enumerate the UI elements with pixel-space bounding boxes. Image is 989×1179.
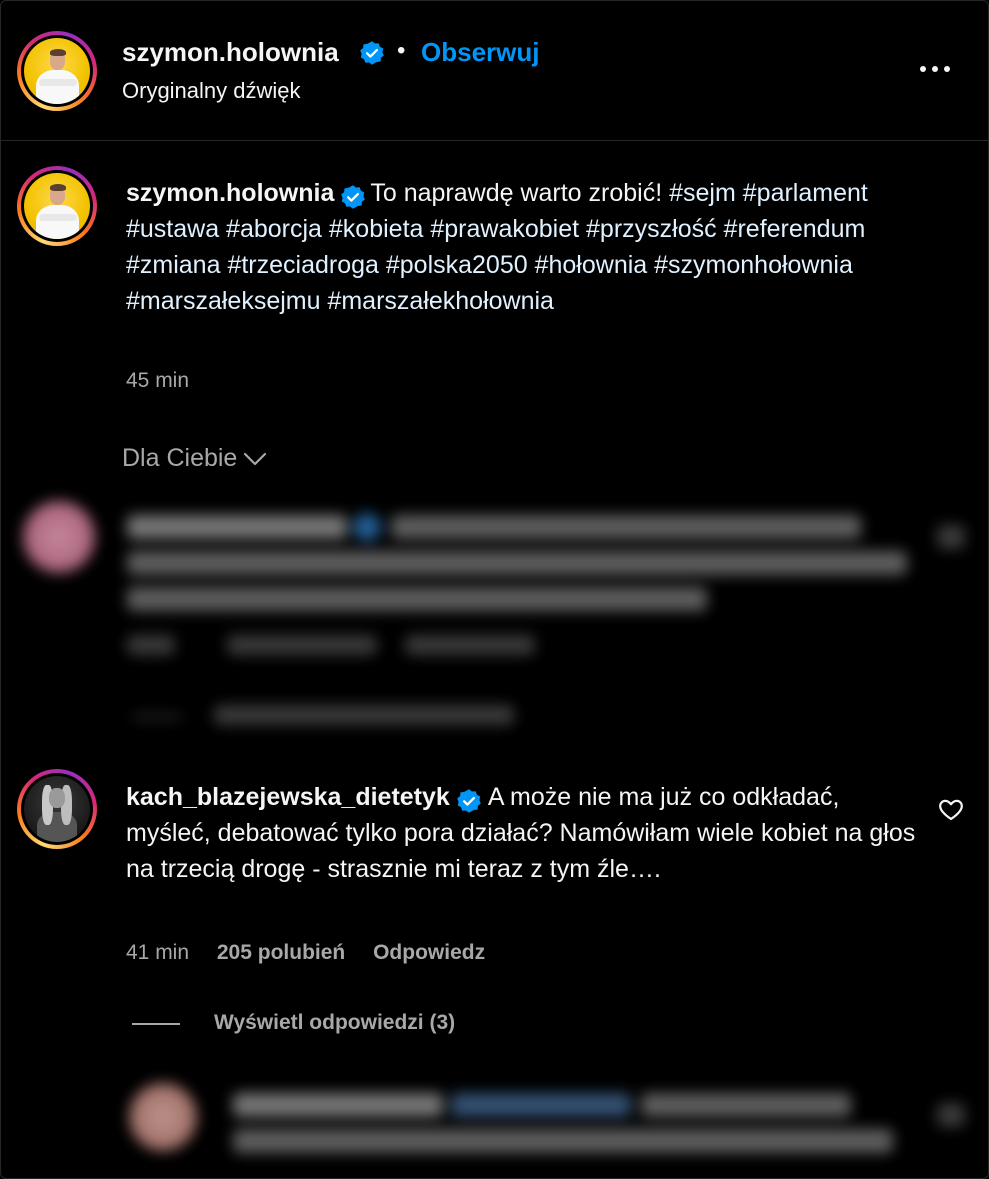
more-icon[interactable]: [915, 55, 955, 85]
comment-sort-dropdown[interactable]: Dla Ciebie: [122, 444, 267, 473]
comment-body: kach_blazejewska_dietetyk A może nie ma …: [126, 779, 916, 887]
verified-icon: [456, 789, 481, 813]
caption-username[interactable]: szymon.holownia: [126, 179, 334, 207]
commenter-avatar[interactable]: [17, 769, 97, 849]
blurred-comment: [1, 1071, 988, 1171]
separator-dot: •: [397, 37, 406, 64]
chevron-down-icon: [244, 453, 267, 466]
comment-likes[interactable]: 205 polubień: [217, 941, 345, 964]
caption-time: 45 min: [126, 369, 190, 392]
verified-icon: [360, 41, 384, 65]
audio-label[interactable]: Oryginalny dźwięk: [122, 78, 301, 104]
comment-time: 41 min: [126, 941, 190, 964]
follow-button[interactable]: Obserwuj: [421, 37, 539, 68]
comment-meta: 41 min 205 polubień Odpowiedz: [126, 941, 507, 965]
heart-icon[interactable]: [937, 795, 965, 823]
caption-avatar[interactable]: [17, 166, 97, 246]
view-replies-button[interactable]: Wyświetl odpowiedzi (3): [214, 1011, 455, 1035]
blurred-comment: [1, 481, 988, 741]
verified-icon: [341, 185, 366, 209]
post-panel: szymon.holownia • Obserwuj Oryginalny dź…: [0, 0, 989, 1179]
author-avatar[interactable]: [17, 31, 97, 111]
sort-label: Dla Ciebie: [122, 444, 238, 472]
caption-text: To naprawdę warto zrobić!: [370, 179, 663, 207]
commenter-username[interactable]: kach_blazejewska_dietetyk: [126, 783, 450, 811]
caption: szymon.holownia To naprawdę warto zrobić…: [126, 175, 946, 319]
author-username[interactable]: szymon.holownia: [122, 37, 339, 68]
replies-divider: [132, 1023, 180, 1025]
reply-button[interactable]: Odpowiedz: [373, 941, 485, 964]
post-header: szymon.holownia • Obserwuj Oryginalny dź…: [1, 1, 988, 141]
